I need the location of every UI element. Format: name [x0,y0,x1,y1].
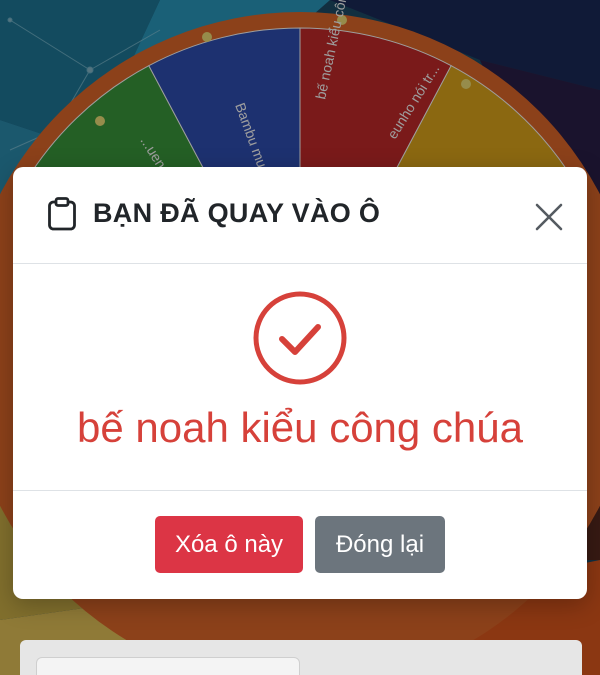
close-button[interactable] [531,199,567,235]
clipboard-icon [48,197,76,231]
result-modal: BẠN ĐÃ QUAY VÀO Ô bế noah kiểu công chúa… [13,167,587,599]
modal-body: bế noah kiểu công chúa [13,264,587,491]
close-modal-button[interactable]: Đóng lại [315,516,445,573]
bottom-panel [20,640,582,675]
close-icon [535,203,563,231]
modal-title: BẠN ĐÃ QUAY VÀO Ô [93,198,381,228]
modal-header: BẠN ĐÃ QUAY VÀO Ô [13,167,587,264]
check-circle-icon [253,291,347,385]
delete-segment-button[interactable]: Xóa ô này [155,516,303,573]
modal-footer: Xóa ô này Đóng lại [13,491,587,599]
bottom-input-box[interactable] [36,657,300,675]
result-text: bế noah kiểu công chúa [76,404,524,451]
